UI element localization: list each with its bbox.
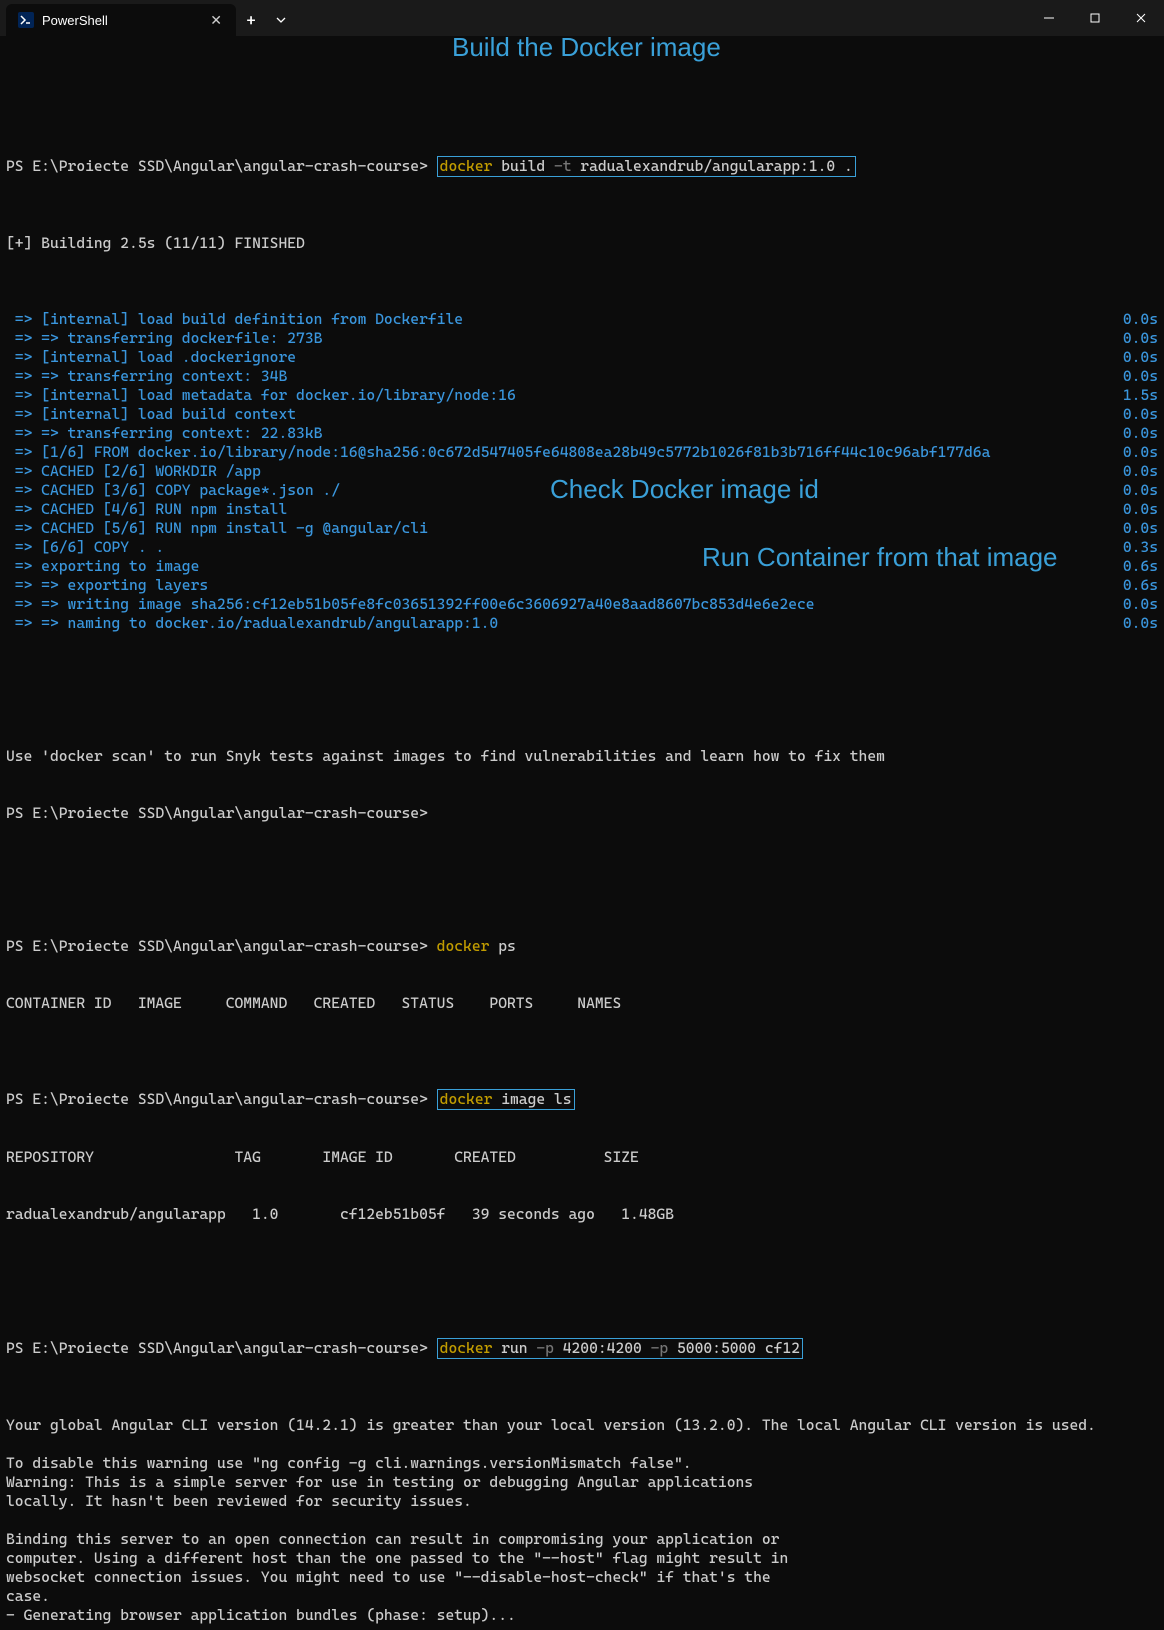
cmd-line-4: PS E:\Proiecte SSD\Angular\angular-crash…: [6, 1338, 1158, 1359]
build-step: => CACHED [5/6] RUN npm install -g @angu…: [6, 519, 1158, 538]
output-line: Your global Angular CLI version (14.2.1)…: [6, 1416, 1158, 1435]
img-row: radualexandrub/angularapp 1.0 cf12eb51b0…: [6, 1205, 1158, 1224]
output-line: case.: [6, 1587, 1158, 1606]
build-step: => [internal] load metadata for docker.i…: [6, 386, 1158, 405]
build-step: => => transferring context: 22.83kB0.0s: [6, 424, 1158, 443]
output-line: To disable this warning use "ng config -…: [6, 1454, 1158, 1473]
new-tab-button[interactable]: +: [236, 4, 266, 36]
cmd1-docker: docker: [440, 157, 493, 175]
cmd1-build: build: [492, 157, 554, 175]
blank-1: [6, 690, 1158, 709]
chevron-down-icon: [276, 15, 286, 25]
build-step: => => writing image sha256:cf12eb51b05fe…: [6, 595, 1158, 614]
ps-header: CONTAINER ID IMAGE COMMAND CREATED STATU…: [6, 994, 1158, 1013]
output-line: locally. It hasn't been reviewed for sec…: [6, 1492, 1158, 1511]
window-controls: [1026, 0, 1164, 36]
build-step: => => transferring dockerfile: 273B0.0s: [6, 329, 1158, 348]
powershell-icon: [18, 12, 34, 28]
build-step: => => transferring context: 34B0.0s: [6, 367, 1158, 386]
annotation-check: Check Docker image id: [550, 480, 819, 499]
build-step: => [internal] load .dockerignore0.0s: [6, 348, 1158, 367]
annotation-run: Run Container from that image: [702, 548, 1058, 567]
output-line: Binding this server to an open connectio…: [6, 1530, 1158, 1549]
output-line: computer. Using a different host than th…: [6, 1549, 1158, 1568]
cmd4-run: run: [492, 1339, 536, 1357]
img-header: REPOSITORY TAG IMAGE ID CREATED SIZE: [6, 1148, 1158, 1167]
cmd-line-2: PS E:\Proiecte SSD\Angular\angular-crash…: [6, 937, 1158, 956]
tab-title: PowerShell: [42, 13, 198, 28]
tab-dropdown-button[interactable]: [266, 4, 296, 36]
cmd1-flag-t: -t: [554, 157, 572, 175]
cmd2-docker: docker: [437, 937, 490, 955]
prompt-empty-1: PS E:\Proiecte SSD\Angular\angular-crash…: [6, 804, 1158, 823]
build-step: => => exporting layers0.6s: [6, 576, 1158, 595]
cmd4-p2: -p: [651, 1339, 669, 1357]
tab-powershell[interactable]: PowerShell ✕: [6, 4, 236, 36]
output-line: - Generating browser application bundles…: [6, 1606, 1158, 1625]
scan-msg: Use 'docker scan' to run Snyk tests agai…: [6, 747, 1158, 766]
cmd4-p1: -p: [536, 1339, 554, 1357]
minimize-button[interactable]: [1026, 0, 1072, 36]
close-tab-button[interactable]: ✕: [206, 10, 226, 31]
build-step: => [internal] load build definition from…: [6, 310, 1158, 329]
cmd3-rest: image ls: [492, 1090, 571, 1108]
cmd-line-1: PS E:\Proiecte SSD\Angular\angular-crash…: [6, 156, 1158, 177]
cmd4-docker: docker: [440, 1339, 493, 1357]
output-line: websocket connection issues. You might n…: [6, 1568, 1158, 1587]
output-line: [6, 1435, 1158, 1454]
maximize-button[interactable]: [1072, 0, 1118, 36]
build-step: => [1/6] FROM docker.io/library/node:16@…: [6, 443, 1158, 462]
prompt: PS E:\Proiecte SSD\Angular\angular-crash…: [6, 157, 428, 175]
titlebar: PowerShell ✕ +: [0, 0, 1164, 36]
output-line: [6, 1511, 1158, 1530]
cmd2-rest: ps: [489, 937, 515, 955]
build-header: [+] Building 2.5s (11/11) FINISHED: [6, 234, 1158, 253]
terminal-body[interactable]: Build the Docker image PS E:\Proiecte SS…: [0, 36, 1164, 1630]
build-step: => [internal] load build context0.0s: [6, 405, 1158, 424]
close-window-button[interactable]: [1118, 0, 1164, 36]
cmd3-docker: docker: [440, 1090, 493, 1108]
build-step: => => naming to docker.io/radualexandrub…: [6, 614, 1158, 633]
cmd4-port1: 4200:4200: [554, 1339, 651, 1357]
cmd4-port2: 5000:5000 cf12: [668, 1339, 800, 1357]
output-line: Warning: This is a simple server for use…: [6, 1473, 1158, 1492]
cmd-line-3: PS E:\Proiecte SSD\Angular\angular-crash…: [6, 1089, 1158, 1110]
cmd1-rest: radualexandrub/angularapp:1.0 .: [572, 157, 853, 175]
annotation-build: Build the Docker image: [452, 38, 721, 57]
